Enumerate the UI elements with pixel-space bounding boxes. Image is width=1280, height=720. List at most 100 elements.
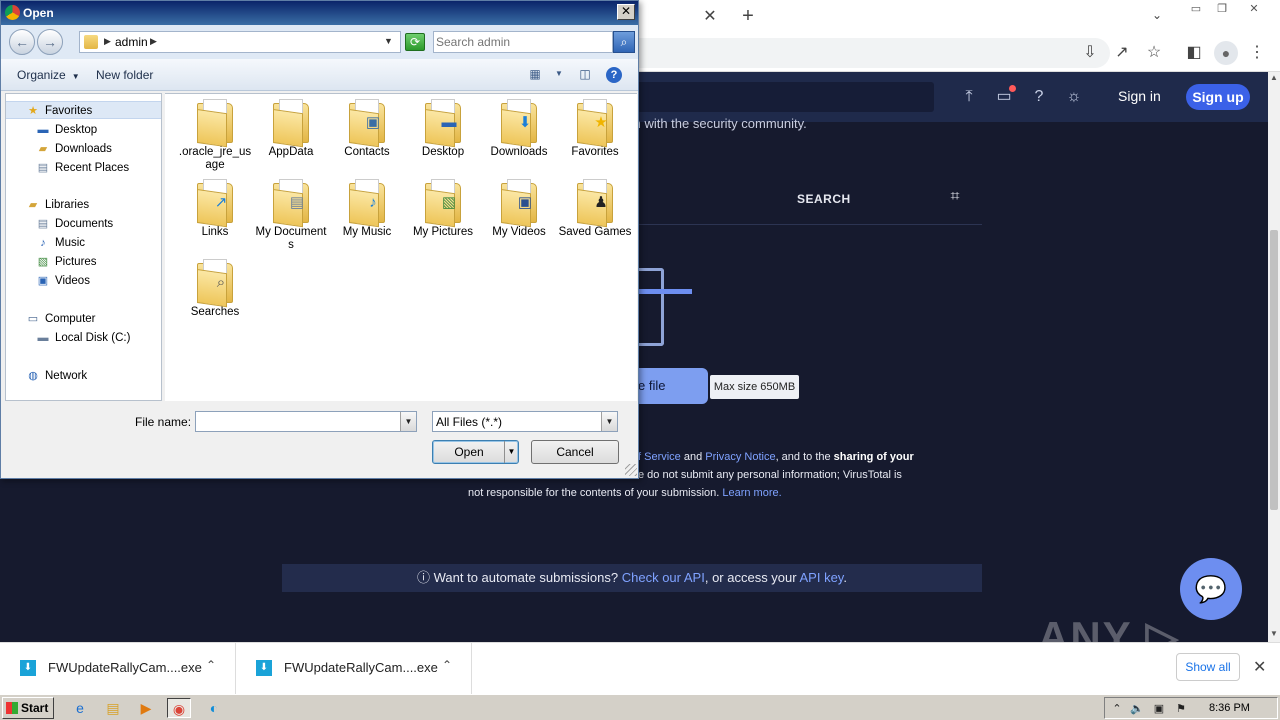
forward-button[interactable]: → <box>37 29 63 55</box>
open-dropdown-icon[interactable]: ▼ <box>504 441 518 463</box>
show-hidden-icons-icon[interactable]: ⌃ <box>1109 701 1125 717</box>
nav-item-desktop[interactable]: ▬ Desktop <box>6 121 161 139</box>
vt-grid-icon[interactable]: ⌗ <box>944 188 966 210</box>
upload-icon[interactable]: ⤒ <box>958 86 980 108</box>
chrome-icon[interactable]: ◉ <box>167 698 191 718</box>
nav-item-pictures[interactable]: ▧ Pictures <box>6 253 161 271</box>
chevron-up-icon[interactable]: ⌃ <box>206 658 216 672</box>
file-item[interactable]: .oracle_jre_usage <box>177 99 253 179</box>
download-item[interactable]: ⬇ FWUpdateRallyCam....exe ⌃ <box>0 643 236 695</box>
share-icon[interactable]: ↗ <box>1111 42 1133 64</box>
change-view-icon[interactable]: ▦ <box>527 66 543 82</box>
file-item[interactable]: ⌕ Searches <box>177 259 253 339</box>
dialog-titlebar[interactable]: Open ✕ <box>1 1 638 25</box>
edge-icon[interactable]: ◐ <box>202 698 226 718</box>
volume-icon[interactable]: 🔈 <box>1129 701 1145 717</box>
nav-item-documents[interactable]: ▤ Documents <box>6 215 161 233</box>
file-item[interactable]: ♟ Saved Games <box>557 179 633 259</box>
file-name-combobox[interactable]: ▼ <box>195 411 417 432</box>
nav-item-videos[interactable]: ▣ Videos <box>6 272 161 290</box>
breadcrumb-chevron-icon[interactable]: ▶ <box>150 36 157 47</box>
media-player-icon[interactable]: ▶ <box>134 698 158 718</box>
view-dropdown-icon[interactable]: ▼ <box>551 66 567 82</box>
file-item[interactable]: ▧ My Pictures <box>405 179 481 259</box>
address-dropdown-icon[interactable]: ▼ <box>384 36 393 46</box>
refresh-button[interactable]: ⟳ <box>405 33 425 51</box>
star-icon[interactable]: ☆ <box>1143 42 1165 64</box>
file-type-select[interactable]: All Files (*.*) ▼ <box>432 411 618 432</box>
file-item[interactable]: ▤ My Documents <box>253 179 329 259</box>
breadcrumb-admin[interactable]: admin <box>115 35 148 49</box>
chevron-up-icon[interactable]: ⌃ <box>442 658 452 672</box>
dialog-close-button[interactable]: ✕ <box>617 4 635 20</box>
minimize-button[interactable]: ▭ <box>1186 2 1206 16</box>
restore-button[interactable]: ❐ <box>1212 2 1232 16</box>
clock[interactable]: 8:36 PM <box>1209 702 1250 714</box>
sign-up-button[interactable]: Sign up <box>1186 84 1250 110</box>
menu-icon[interactable]: ⋮ <box>1246 42 1268 64</box>
scroll-up-arrow[interactable]: ▲ <box>1268 72 1280 84</box>
nav-item-downloads[interactable]: ▰ Downloads <box>6 140 161 158</box>
file-item[interactable]: ★ Favorites <box>557 99 633 179</box>
terms-link[interactable]: f Service <box>638 451 681 463</box>
help-icon[interactable]: ? <box>606 67 622 83</box>
nav-item-local-disk[interactable]: ▬ Local Disk (C:) <box>6 329 161 347</box>
nav-item-computer[interactable]: ▭ Computer <box>6 310 161 328</box>
action-center-flag-icon[interactable]: ⚑ <box>1173 701 1189 717</box>
file-item[interactable]: ↗ Links <box>177 179 253 259</box>
file-item[interactable]: ▬ Desktop <box>405 99 481 179</box>
search-box[interactable] <box>433 31 613 53</box>
theme-toggle-icon[interactable]: ☼ <box>1063 86 1085 108</box>
search-icon[interactable]: ⌕ <box>613 31 635 53</box>
close-download-bar-icon[interactable]: ✕ <box>1253 657 1266 677</box>
check-api-link[interactable]: Check our API <box>622 570 705 585</box>
chevron-down-icon[interactable]: ▼ <box>400 412 416 431</box>
cancel-button[interactable]: Cancel <box>531 440 619 464</box>
explorer-icon[interactable]: ▤ <box>101 698 125 718</box>
learn-more-link[interactable]: Learn more. <box>722 487 781 499</box>
ie-icon[interactable]: e <box>68 698 92 718</box>
chat-bubble-icon[interactable]: 💬 <box>1180 558 1242 620</box>
new-folder-button[interactable]: New folder <box>96 68 153 82</box>
choose-file-button[interactable]: e file <box>638 368 708 404</box>
window-close-button[interactable]: ✕ <box>1244 2 1264 16</box>
resize-grip[interactable] <box>625 464 637 476</box>
nav-item-favorites[interactable]: ★ Favorites <box>6 101 161 119</box>
help-icon[interactable]: ? <box>1028 86 1050 108</box>
privacy-link[interactable]: Privacy Notice <box>705 451 775 463</box>
tab-close-button[interactable]: ✕ <box>700 7 720 27</box>
show-all-button[interactable]: Show all <box>1176 653 1240 681</box>
nav-item-network[interactable]: ◍ Network <box>6 367 161 385</box>
file-item[interactable]: ▣ Contacts <box>329 99 405 179</box>
preview-pane-icon[interactable]: ◫ <box>577 66 593 82</box>
scroll-thumb[interactable] <box>1270 230 1278 510</box>
new-tab-button[interactable]: + <box>737 5 759 27</box>
search-input[interactable] <box>436 34 610 50</box>
sidebar-icon[interactable]: ◧ <box>1183 42 1205 64</box>
file-item[interactable]: ⬇ Downloads <box>481 99 557 179</box>
breadcrumb-chevron-icon[interactable]: ▶ <box>104 36 111 47</box>
nav-item-music[interactable]: ♪ Music <box>6 234 161 252</box>
file-item[interactable]: ▣ My Videos <box>481 179 557 259</box>
download-icon[interactable]: ⇩ <box>1079 42 1101 64</box>
address-bar[interactable] <box>560 38 1110 68</box>
back-button[interactable]: ← <box>9 29 35 55</box>
tab-search-button[interactable]: ⌄ <box>1152 8 1162 22</box>
profile-icon[interactable]: ● <box>1214 41 1238 65</box>
nav-item-recent-places[interactable]: ▤ Recent Places <box>6 159 161 177</box>
sign-in-link[interactable]: Sign in <box>1118 88 1161 104</box>
chevron-down-icon[interactable]: ▼ <box>601 412 617 431</box>
start-button[interactable]: Start <box>2 697 54 719</box>
nav-item-libraries[interactable]: ▰ Libraries <box>6 196 161 214</box>
open-button[interactable]: Open ▼ <box>432 440 519 464</box>
tab-search[interactable]: SEARCH <box>797 192 851 206</box>
api-key-link[interactable]: API key <box>800 570 844 585</box>
file-item[interactable]: AppData <box>253 99 329 179</box>
page-scrollbar[interactable]: ▲ ▼ <box>1268 72 1280 642</box>
download-item[interactable]: ⬇ FWUpdateRallyCam....exe ⌃ <box>236 643 472 695</box>
file-item[interactable]: ♪ My Music <box>329 179 405 259</box>
file-name-input[interactable] <box>198 414 396 429</box>
organize-menu[interactable]: Organize ▼ <box>17 68 80 82</box>
network-icon[interactable]: ▣ <box>1151 701 1167 717</box>
breadcrumb-address-bar[interactable]: ▶ admin ▶ ▼ <box>79 31 401 53</box>
